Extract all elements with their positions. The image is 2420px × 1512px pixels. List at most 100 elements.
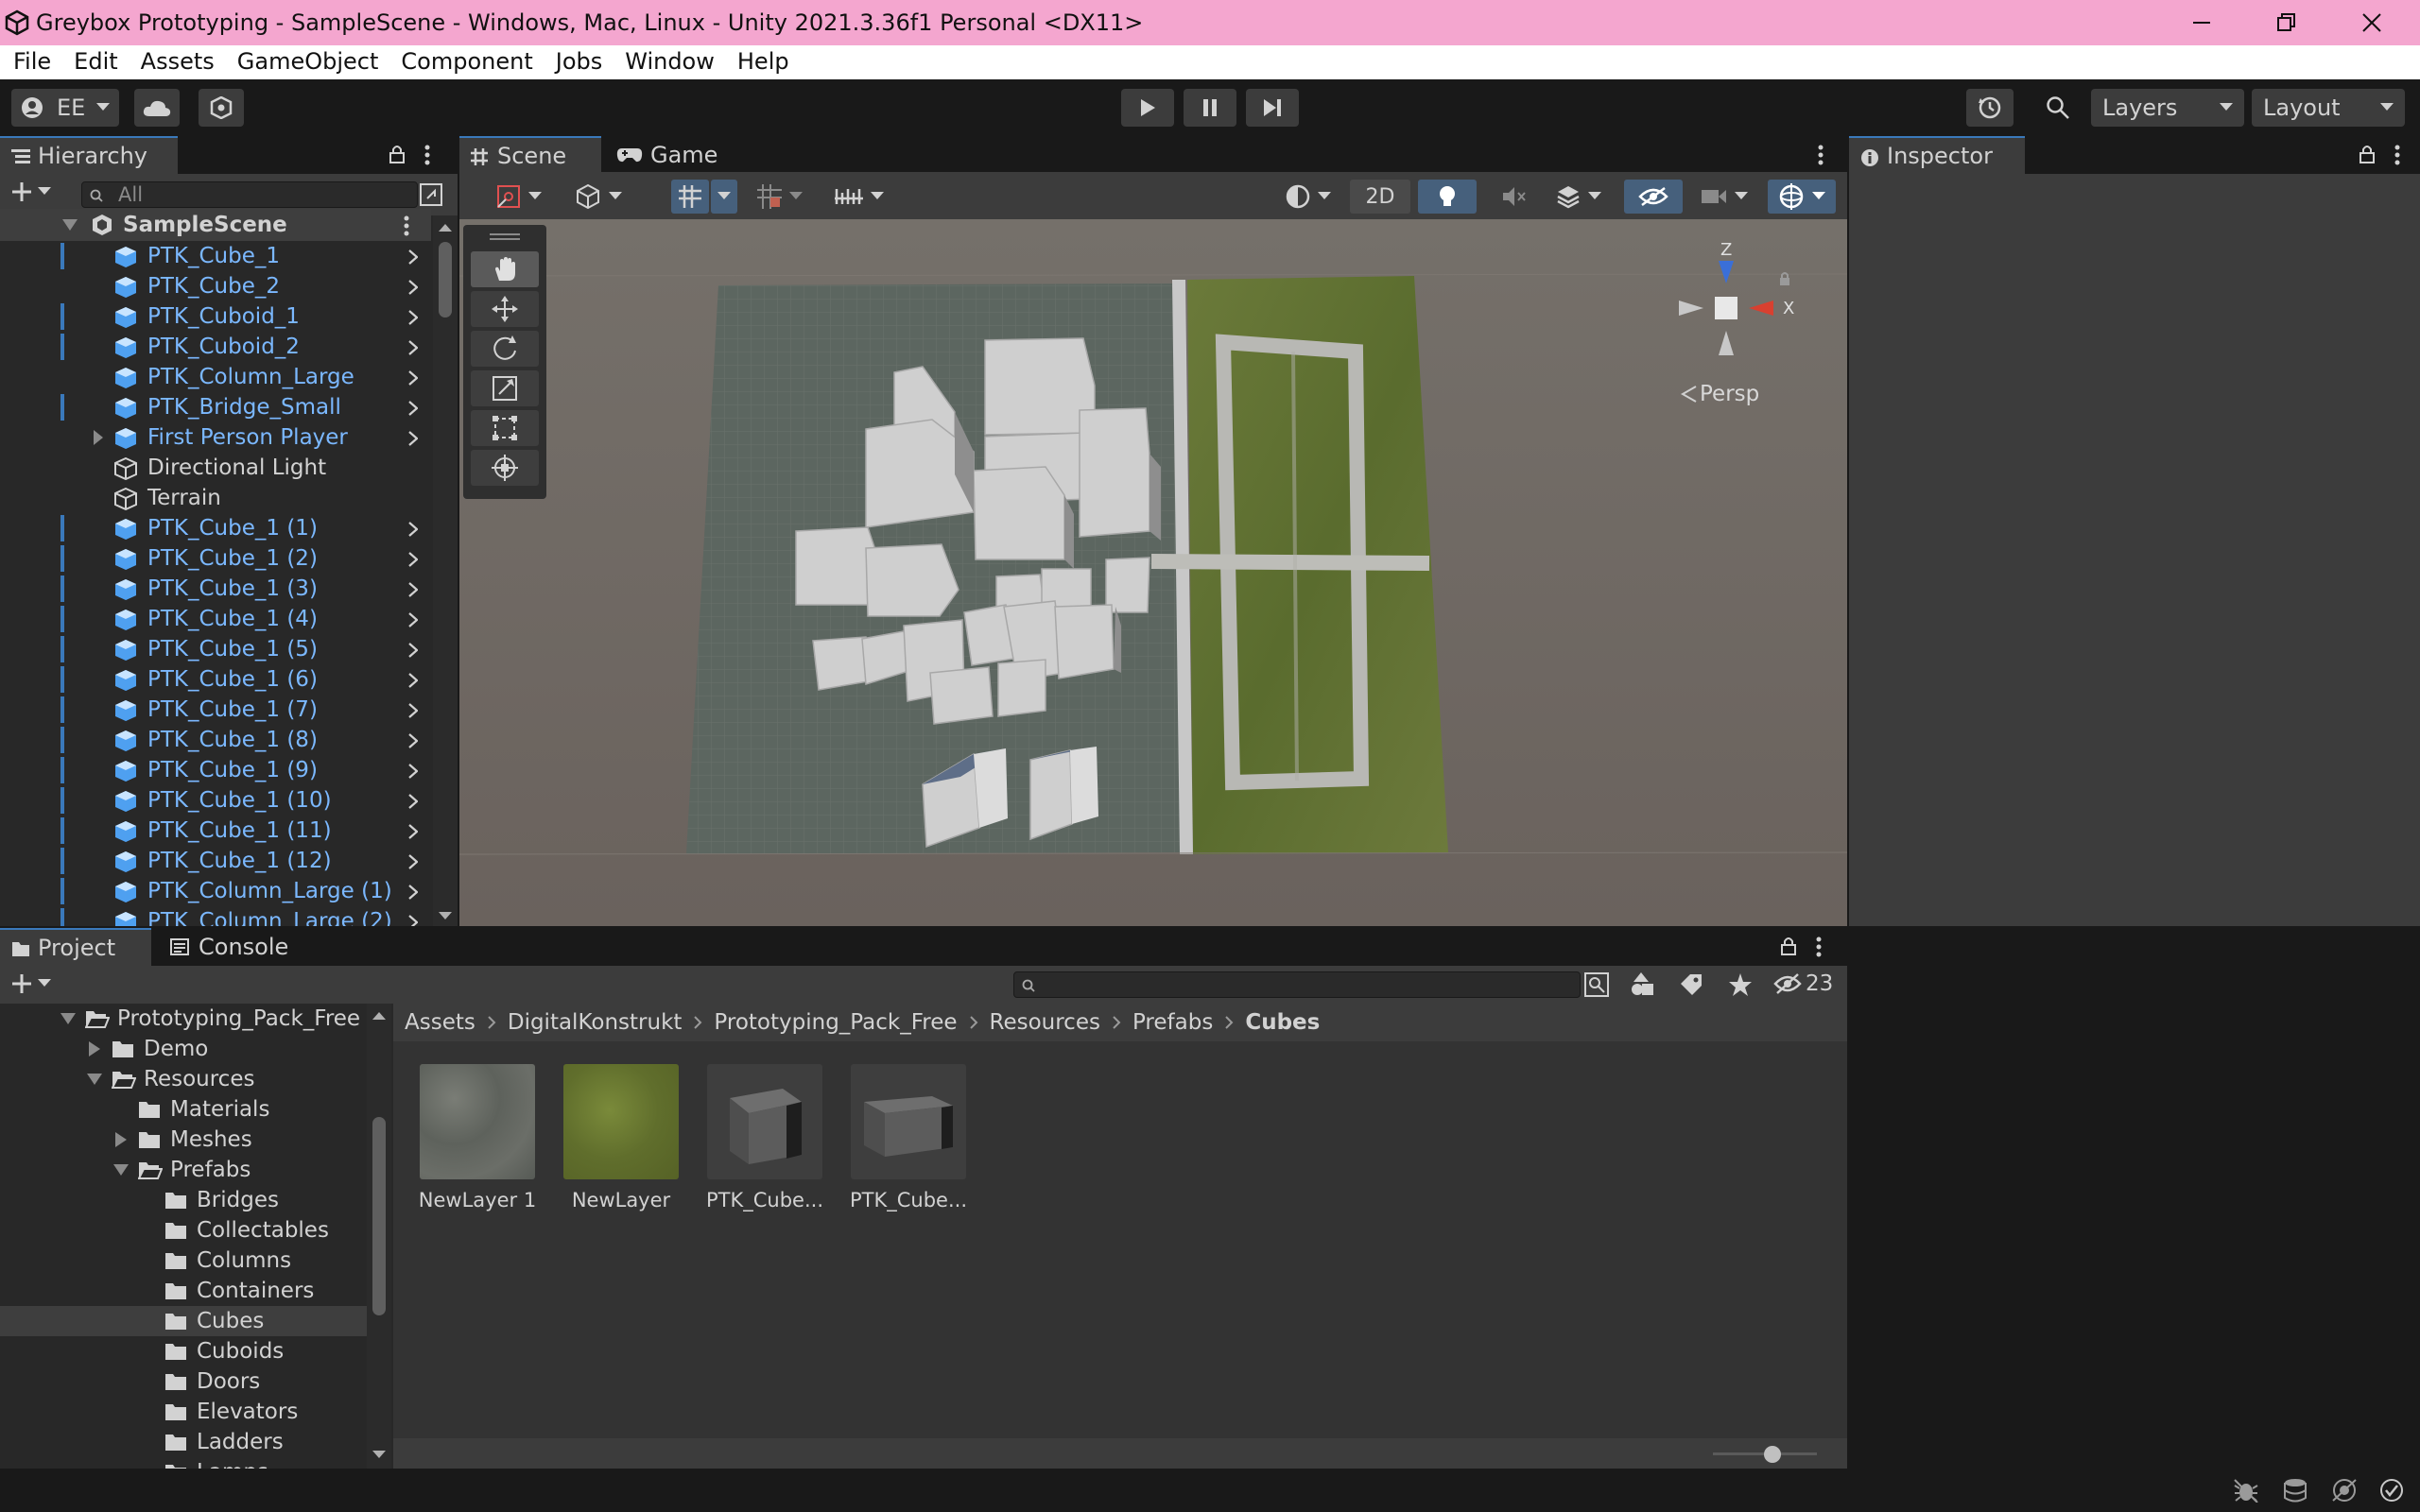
orientation-gizmo[interactable]: Z X Persp xyxy=(1679,240,1802,410)
projection-toggle[interactable]: Persp xyxy=(1679,382,1759,406)
cache-server-icon[interactable] xyxy=(2282,1478,2308,1503)
hierarchy-item[interactable]: PTK_Cuboid_1 xyxy=(0,301,431,332)
folder-tree-item[interactable]: Meshes xyxy=(0,1125,367,1155)
folder-tree-item[interactable]: Elevators xyxy=(0,1397,367,1427)
asset-item[interactable]: PTK_Cube... xyxy=(847,1064,970,1211)
breadcrumb-item[interactable]: DigitalKonstrukt xyxy=(504,1010,686,1035)
search-scope-icon[interactable] xyxy=(1584,972,1609,997)
chevron-right-icon[interactable] xyxy=(408,280,418,295)
global-local-dropdown[interactable] xyxy=(565,180,631,214)
project-tree-scrollbar[interactable] xyxy=(367,1004,391,1469)
breadcrumb-item[interactable]: Prefabs xyxy=(1129,1010,1217,1035)
tab-console[interactable]: Console xyxy=(153,928,304,966)
kebab-menu-icon[interactable] xyxy=(1815,936,1823,958)
step-button[interactable] xyxy=(1246,89,1299,127)
chevron-right-icon[interactable] xyxy=(408,673,418,688)
breadcrumb-item[interactable]: Prototyping_Pack_Free xyxy=(710,1010,960,1035)
asset-item[interactable]: NewLayer 1 xyxy=(416,1064,539,1211)
hierarchy-item[interactable]: PTK_Cube_2 xyxy=(0,271,431,301)
hierarchy-item[interactable]: PTK_Bridge_Small xyxy=(0,392,431,422)
scene-header[interactable]: SampleScene xyxy=(0,209,431,241)
expand-arrow-right-icon[interactable] xyxy=(93,430,104,445)
grid-options-dropdown[interactable] xyxy=(711,180,737,214)
draw-mode-dropdown[interactable] xyxy=(1274,180,1342,214)
chevron-right-icon[interactable] xyxy=(408,733,418,748)
folder-tree-item[interactable]: Materials xyxy=(0,1094,367,1125)
expand-arrow-down-icon[interactable] xyxy=(87,1074,102,1085)
kebab-menu-icon[interactable] xyxy=(403,215,410,237)
tab-project[interactable]: Project xyxy=(0,928,151,966)
tab-hierarchy[interactable]: Hierarchy xyxy=(0,136,178,174)
account-dropdown[interactable]: EE xyxy=(11,89,119,127)
menu-component[interactable]: Component xyxy=(389,45,544,79)
hierarchy-item[interactable]: PTK_Cube_1 (9) xyxy=(0,755,431,785)
collab-button[interactable] xyxy=(199,89,244,127)
chevron-right-icon[interactable] xyxy=(408,552,418,567)
scene-audio-button[interactable] xyxy=(1486,180,1541,214)
chevron-right-icon[interactable] xyxy=(408,249,418,265)
hierarchy-scroll-thumb[interactable] xyxy=(439,242,452,318)
scene-visibility-button[interactable] xyxy=(1624,180,1683,214)
project-create-dropdown[interactable] xyxy=(11,973,51,994)
folder-tree-item[interactable]: Ladders xyxy=(0,1427,367,1457)
scale-tool-button[interactable] xyxy=(471,370,539,406)
hierarchy-item[interactable]: PTK_Cube_1 (2) xyxy=(0,543,431,574)
menu-file[interactable]: File xyxy=(0,45,62,79)
snap-dropdown[interactable] xyxy=(749,180,811,214)
gizmos-dropdown[interactable] xyxy=(1768,180,1836,214)
folder-tree-item[interactable]: Columns xyxy=(0,1246,367,1276)
chevron-right-icon[interactable] xyxy=(408,703,418,718)
hierarchy-item[interactable]: PTK_Cube_1 (1) xyxy=(0,513,431,543)
chevron-right-icon[interactable] xyxy=(408,522,418,537)
gizmo-lock-icon[interactable] xyxy=(1777,270,1792,287)
chevron-right-icon[interactable] xyxy=(408,431,418,446)
breadcrumb-item[interactable]: Cubes xyxy=(1241,1010,1323,1035)
chevron-right-icon[interactable] xyxy=(408,310,418,325)
auto-generate-lighting-icon[interactable] xyxy=(2331,1478,2358,1503)
expand-arrow-down-icon[interactable] xyxy=(113,1164,129,1176)
chevron-right-icon[interactable] xyxy=(408,764,418,779)
menu-window[interactable]: Window xyxy=(614,45,726,79)
project-tree-scroll-thumb[interactable] xyxy=(372,1117,386,1315)
scroll-up-arrow-icon[interactable] xyxy=(439,223,452,232)
scroll-down-arrow-icon[interactable] xyxy=(439,911,452,920)
chevron-right-icon[interactable] xyxy=(408,915,418,926)
folder-tree-item[interactable]: Prototyping_Pack_Free xyxy=(0,1004,367,1034)
hierarchy-item[interactable]: Directional Light xyxy=(0,453,431,483)
rotate-tool-button[interactable] xyxy=(471,331,539,367)
folder-tree-item[interactable]: Resources xyxy=(0,1064,367,1094)
scene-picker-icon[interactable] xyxy=(420,183,442,206)
hierarchy-item[interactable]: PTK_Cube_1 xyxy=(0,241,431,271)
play-button[interactable] xyxy=(1121,89,1174,127)
toggle-2d-button[interactable]: 2D xyxy=(1350,180,1410,214)
hierarchy-item[interactable]: PTK_Column_Large (2) xyxy=(0,906,431,926)
folder-tree-item[interactable]: Demo xyxy=(0,1034,367,1064)
hierarchy-item[interactable]: PTK_Cube_1 (8) xyxy=(0,725,431,755)
folder-tree-item[interactable]: Lamps xyxy=(0,1457,367,1469)
chevron-right-icon[interactable] xyxy=(408,885,418,900)
rect-tool-button[interactable] xyxy=(471,410,539,446)
hierarchy-item[interactable]: PTK_Cube_1 (5) xyxy=(0,634,431,664)
favorite-star-icon[interactable] xyxy=(1728,972,1753,997)
debugger-bug-icon[interactable] xyxy=(2233,1478,2259,1503)
move-tool-button[interactable] xyxy=(471,291,539,327)
asset-item[interactable]: NewLayer xyxy=(560,1064,683,1211)
icon-size-slider-thumb[interactable] xyxy=(1764,1446,1781,1463)
tab-inspector[interactable]: Inspector xyxy=(1849,136,2025,174)
layers-dropdown[interactable]: Layers xyxy=(2091,89,2244,127)
expand-arrow-down-icon[interactable] xyxy=(60,1013,76,1024)
search-by-type-icon[interactable] xyxy=(1630,972,1654,997)
tab-game[interactable]: Game xyxy=(603,136,726,174)
chevron-right-icon[interactable] xyxy=(408,582,418,597)
hierarchy-item[interactable]: PTK_Cube_1 (4) xyxy=(0,604,431,634)
search-by-label-icon[interactable] xyxy=(1679,972,1703,997)
breadcrumb-item[interactable]: Assets xyxy=(401,1010,479,1035)
scene-camera-dropdown[interactable] xyxy=(1688,180,1760,214)
folder-tree-item[interactable]: Cubes xyxy=(0,1306,367,1336)
folder-tree-item[interactable]: Containers xyxy=(0,1276,367,1306)
minimize-button[interactable] xyxy=(2159,0,2244,45)
expand-arrow-right-icon[interactable] xyxy=(89,1041,100,1057)
chevron-right-icon[interactable] xyxy=(408,794,418,809)
hierarchy-item[interactable]: PTK_Cube_1 (6) xyxy=(0,664,431,695)
hierarchy-item[interactable]: Terrain xyxy=(0,483,431,513)
